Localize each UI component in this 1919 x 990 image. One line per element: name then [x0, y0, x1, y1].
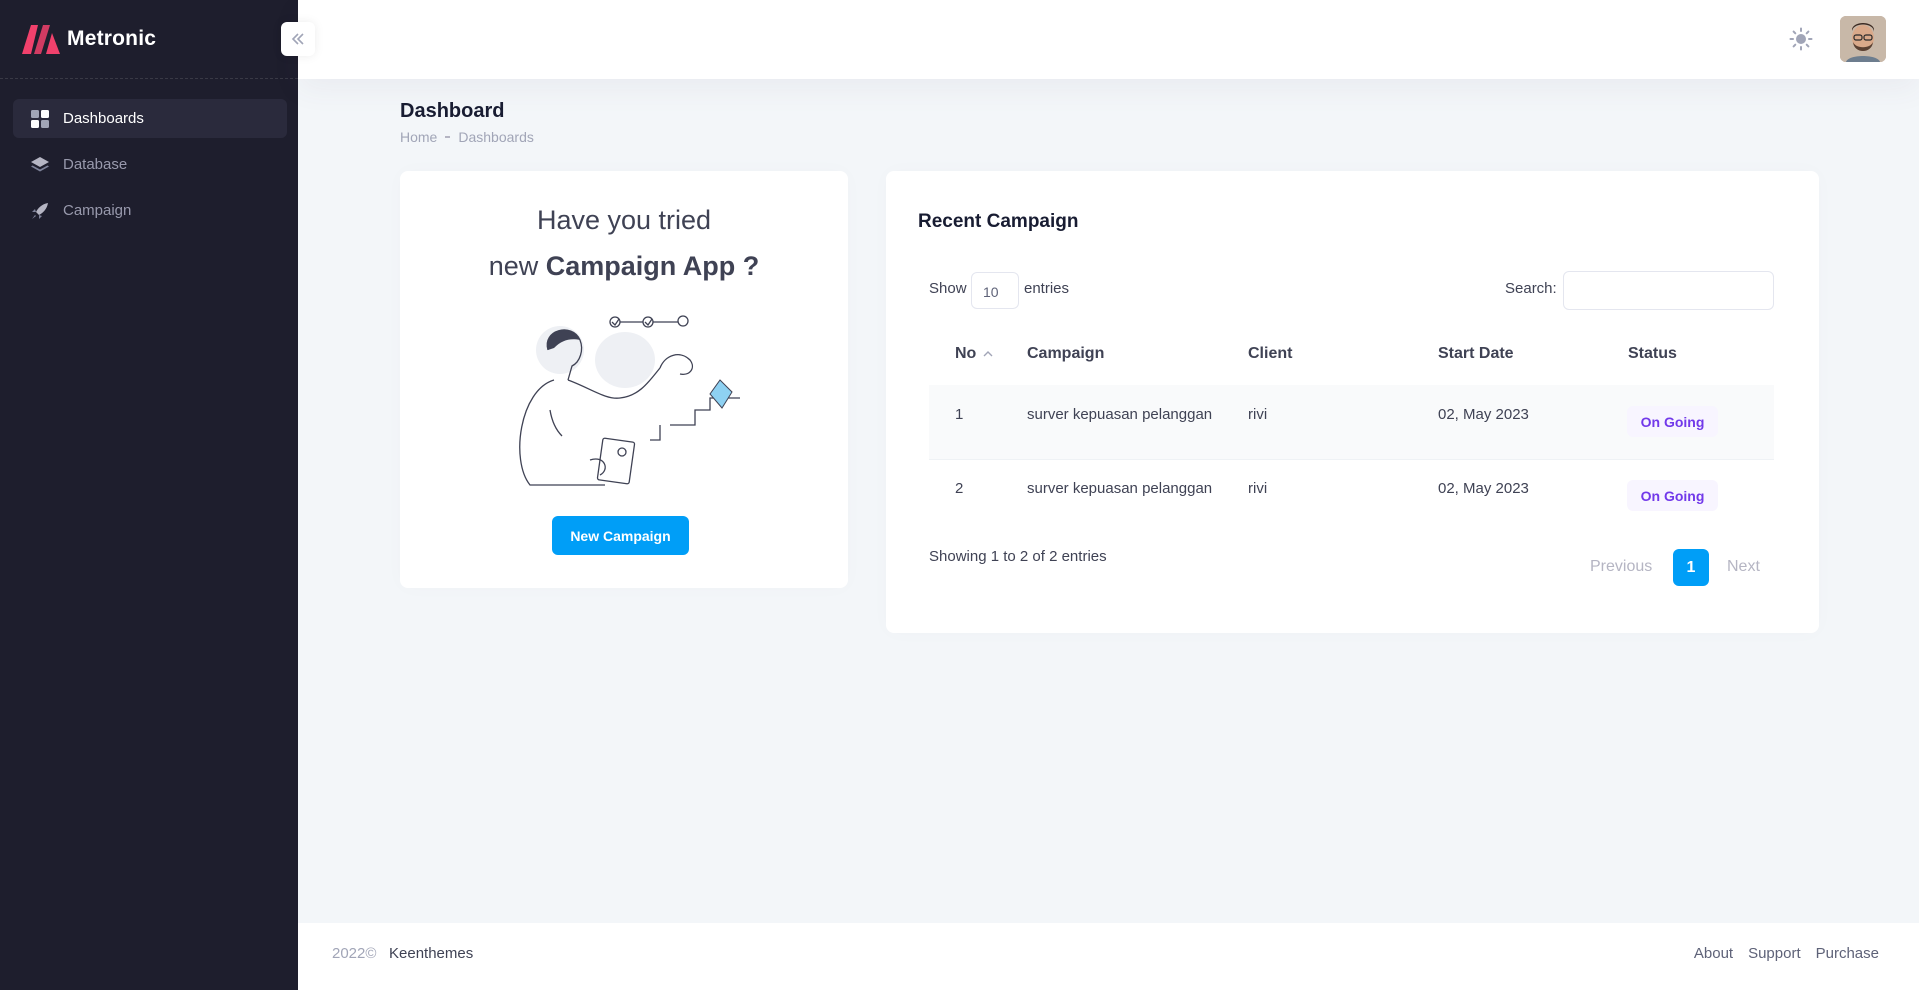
sidebar: Metronic Dashboards Database Campaign — [0, 0, 298, 990]
column-header-campaign[interactable]: Campaign — [1027, 345, 1104, 363]
new-campaign-button[interactable]: New Campaign — [552, 516, 689, 555]
footer: 2022© Keenthemes About Support Purchase — [298, 923, 1919, 990]
breadcrumb: Home Dashboards — [400, 129, 534, 145]
cell-client: rivi — [1248, 480, 1268, 497]
footer-company-link[interactable]: Keenthemes — [389, 945, 473, 962]
sidebar-logo-area: Metronic — [0, 0, 298, 79]
sort-ascending-icon[interactable] — [983, 349, 993, 359]
footer-link-support[interactable]: Support — [1748, 945, 1801, 962]
layers-icon — [30, 155, 50, 175]
search-input[interactable] — [1563, 271, 1774, 310]
campaign-illustration — [519, 315, 740, 486]
metronic-logo-icon[interactable] — [22, 25, 60, 54]
sidebar-item-label: Campaign — [63, 202, 132, 219]
promo-heading-app-name: Campaign App ? — [545, 251, 760, 281]
sidebar-item-label: Database — [63, 156, 128, 173]
promo-heading-line2: new Campaign App ? — [400, 251, 848, 282]
show-label: Show — [929, 280, 967, 297]
double-chevron-left-icon — [291, 33, 304, 45]
cell-no: 1 — [955, 406, 964, 423]
table-info: Showing 1 to 2 of 2 entries — [929, 548, 1107, 565]
cell-campaign: surver kepuasan pelanggan — [1027, 406, 1213, 423]
user-avatar[interactable] — [1840, 16, 1886, 62]
footer-link-purchase[interactable]: Purchase — [1816, 945, 1879, 962]
top-header — [298, 0, 1919, 79]
breadcrumb-current: Dashboards — [458, 129, 534, 145]
column-header-no[interactable]: No — [955, 345, 976, 363]
sidebar-item-dashboards[interactable]: Dashboards — [13, 99, 287, 138]
status-badge: On Going — [1627, 480, 1718, 511]
column-header-client[interactable]: Client — [1248, 345, 1292, 363]
footer-year: 2022© — [332, 945, 377, 962]
cell-start-date: 02, May 2023 — [1438, 406, 1529, 423]
page-title: Dashboard — [400, 100, 505, 122]
cell-client: rivi — [1248, 406, 1268, 423]
breadcrumb-home[interactable]: Home — [400, 129, 437, 145]
footer-link-about[interactable]: About — [1694, 945, 1733, 962]
sidebar-item-database[interactable]: Database — [13, 145, 287, 184]
search-label: Search: — [1505, 280, 1557, 297]
avatar-image — [1840, 16, 1886, 62]
breadcrumb-separator — [445, 136, 451, 138]
pagination-previous[interactable]: Previous — [1590, 558, 1652, 576]
cell-no: 2 — [955, 480, 964, 497]
promo-heading-line1: Have you tried — [536, 205, 712, 235]
footer-links: About Support Purchase — [1694, 945, 1879, 962]
pagination-page-1[interactable]: 1 — [1673, 549, 1709, 586]
cell-campaign: surver kepuasan pelanggan — [1027, 480, 1213, 497]
sidebar-menu: Dashboards Database Campaign — [0, 79, 298, 230]
cell-start-date: 02, May 2023 — [1438, 480, 1529, 497]
sidebar-item-campaign[interactable]: Campaign — [13, 191, 287, 230]
pagination-next[interactable]: Next — [1727, 558, 1760, 576]
sidebar-item-label: Dashboards — [63, 110, 144, 127]
promo-heading-prefix: new — [488, 251, 546, 281]
page-size-select[interactable]: 10 — [971, 272, 1019, 309]
sidebar-collapse-button[interactable] — [281, 22, 315, 56]
card-title: Recent Campaign — [918, 211, 1079, 232]
entries-label: entries — [1024, 280, 1070, 297]
sun-icon[interactable] — [1789, 27, 1813, 51]
column-header-status[interactable]: Status — [1628, 345, 1677, 363]
brand-name[interactable]: Metronic — [67, 27, 156, 51]
rocket-icon — [30, 201, 50, 221]
dashboard-grid-icon — [30, 109, 50, 129]
status-badge: On Going — [1627, 406, 1718, 437]
column-header-start-date[interactable]: Start Date — [1438, 345, 1514, 363]
